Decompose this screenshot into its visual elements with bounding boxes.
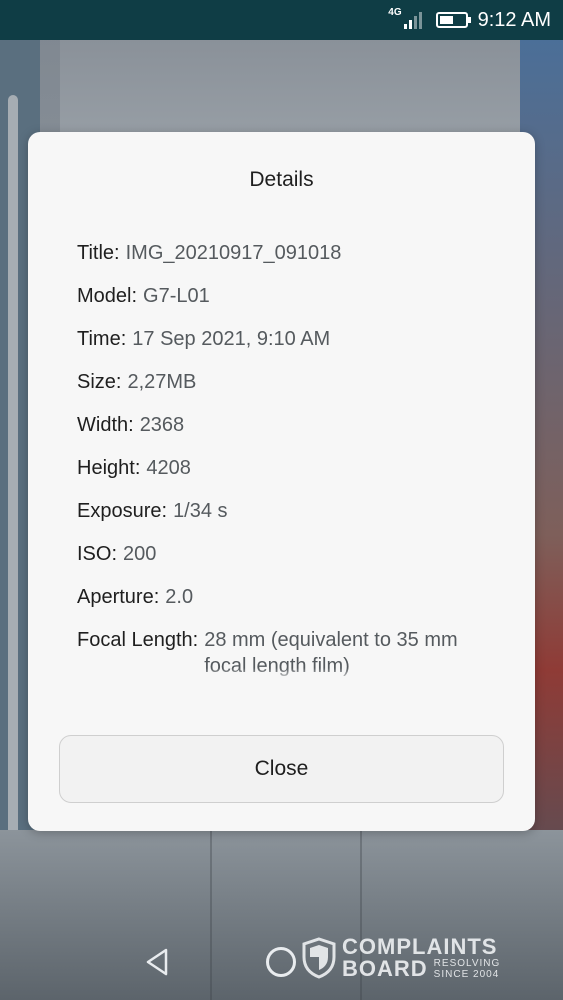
watermark-sub1: RESOLVING [433, 958, 501, 969]
close-button[interactable]: Close [59, 735, 504, 803]
scroll-fade [77, 668, 497, 682]
status-time: 9:12 AM [477, 8, 551, 31]
detail-row-model: Model: G7-L01 [77, 285, 210, 307]
home-circle-icon[interactable] [266, 947, 296, 977]
detail-row-title: Title: IMG_20210917_091018 [77, 242, 342, 264]
shield-logo-icon [302, 937, 336, 979]
details-list[interactable]: Title: IMG_20210917_091018 Model: G7-L01 T… [77, 240, 497, 682]
network-type: 4G [388, 6, 402, 18]
door-handle [8, 95, 18, 855]
watermark-sub2: SINCE 2004 [433, 969, 500, 980]
battery-fill [439, 16, 453, 24]
detail-row-size: Size: 2,27MB [77, 371, 197, 393]
battery-icon [435, 12, 471, 28]
detail-row-height: Height: 4208 [77, 457, 191, 479]
back-triangle-icon[interactable] [144, 948, 170, 976]
signal-icon [403, 11, 422, 29]
watermark-line1: COMPLAINTS [342, 934, 498, 959]
watermark-line2: BOARD [342, 956, 428, 981]
dialog-title: Details [249, 168, 314, 191]
detail-row-iso: ISO: 200 [77, 543, 157, 565]
details-dialog: Details Title: IMG_20210917_091018 Model:… [28, 132, 535, 831]
detail-row-exposure: Exposure: 1/34 s [77, 500, 228, 522]
watermark-text: COMPLAINTS BOARD RESOLVING SINCE 2004 [342, 934, 501, 981]
detail-row-time: Time: 17 Sep 2021, 9:10 AM [77, 328, 331, 350]
detail-row-aperture: Aperture: 2.0 [77, 586, 194, 608]
status-bar: 4G 9:12 AM [0, 0, 563, 40]
detail-row-width: Width: 2368 [77, 414, 185, 436]
watermark: COMPLAINTS BOARD RESOLVING SINCE 2004 [302, 936, 500, 980]
